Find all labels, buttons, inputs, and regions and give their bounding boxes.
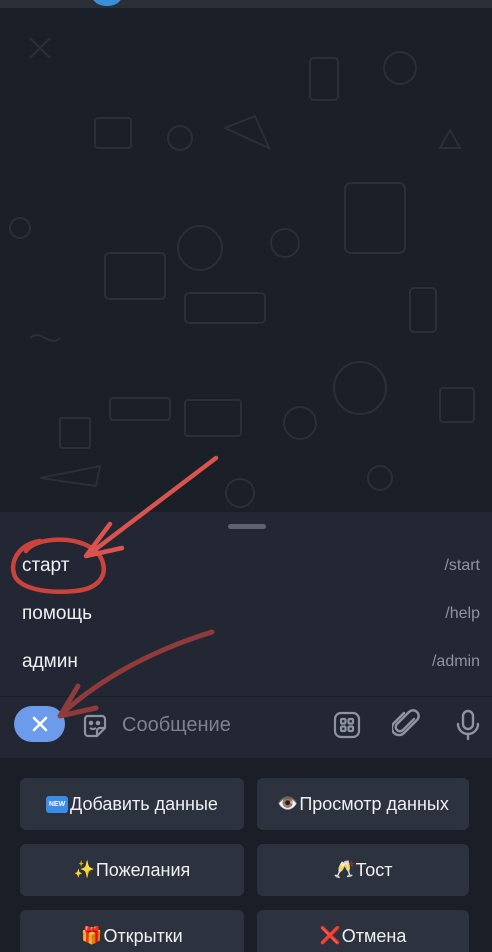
command-name: старт — [22, 555, 70, 576]
header-strip — [0, 0, 492, 8]
close-icon — [32, 716, 47, 732]
command-item-start[interactable]: старт /start — [0, 542, 492, 590]
cards-button[interactable]: 🎁 Открытки — [20, 910, 244, 952]
microphone-icon[interactable] — [454, 709, 482, 741]
bot-reply-keyboard: NEW Добавить данные 👁️ Просмотр данных ✨… — [0, 758, 492, 952]
doodle-pattern — [9, 37, 475, 508]
cancel-button[interactable]: ❌ Отмена — [257, 910, 469, 952]
button-label: Пожелания — [95, 859, 191, 880]
close-commands-button[interactable] — [14, 706, 65, 742]
chat-background — [0, 0, 492, 512]
new-icon: NEW — [46, 795, 69, 813]
message-input-bar — [0, 696, 492, 758]
avatar — [92, 0, 122, 6]
command-code: /help — [445, 605, 480, 622]
command-suggestions-panel: старт /start помощь /help админ /admin — [0, 512, 492, 696]
button-label: Добавить данные — [70, 793, 218, 814]
wishes-button[interactable]: ✨ Пожелания — [20, 844, 244, 896]
command-item-admin[interactable]: админ /admin — [0, 638, 492, 686]
eye-icon: 👁️ — [277, 794, 299, 813]
sparkles-icon: ✨ — [73, 860, 95, 879]
button-label: Просмотр данных — [299, 793, 449, 814]
bot-keyboard-icon[interactable] — [332, 710, 362, 740]
view-data-button[interactable]: 👁️ Просмотр данных — [257, 778, 469, 830]
drag-handle[interactable] — [228, 524, 266, 529]
command-item-help[interactable]: помощь /help — [0, 590, 492, 638]
add-data-button[interactable]: NEW Добавить данные — [20, 778, 244, 830]
cross-mark-icon: ❌ — [319, 926, 341, 945]
command-name: помощь — [22, 603, 93, 624]
gift-icon: 🎁 — [81, 926, 103, 945]
button-label: Тост — [355, 859, 393, 880]
button-label: Отмена — [341, 925, 407, 946]
command-name: админ — [22, 651, 78, 672]
command-code: /start — [444, 557, 480, 574]
toast-button[interactable]: 🥂 Тост — [257, 844, 469, 896]
message-input[interactable] — [122, 709, 322, 741]
sticker-icon[interactable] — [80, 711, 110, 741]
attach-icon[interactable] — [392, 709, 422, 741]
champagne-icon: 🥂 — [333, 860, 355, 879]
button-label: Открытки — [103, 925, 183, 946]
command-code: /admin — [431, 653, 480, 670]
